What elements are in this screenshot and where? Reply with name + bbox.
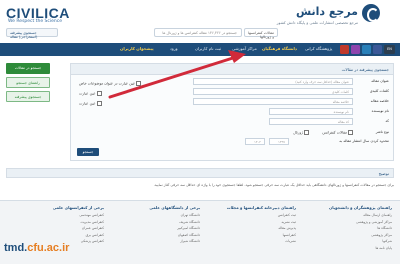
abstract-label: خلاصه مقاله (370, 99, 389, 103)
site-footer: راهنمای پژوهشگران و دانشجویان راهنمای ار… (0, 200, 400, 264)
watermark: tmd.cfu.ac.ir (4, 242, 69, 254)
watermark-accent: cfu.ac.ir (27, 242, 70, 254)
notes-header: توضیح (6, 168, 394, 178)
footer-link[interactable]: کنفرانس مهندسی (16, 213, 104, 217)
form-row-abstract: خلاصه مقاله خلاصه مقاله (89, 98, 389, 105)
nav-item-centers[interactable]: مراکز آموزشی (232, 46, 257, 51)
top-search: جستجوی پیشرفته (استخراجی) مقاله مقالات ک… (6, 28, 394, 39)
author-input[interactable]: نام نویسنده (269, 108, 353, 115)
advanced-search-form: جستجوی پیشرفته در مقالات عنوان مقاله عنو… (70, 63, 394, 161)
logo-icon[interactable] (362, 4, 380, 22)
footer-col-title: برخی از دانشگاههای علمی (149, 205, 200, 210)
form-row-keywords: کلمات کلیدی کلمات کلیدی (89, 88, 389, 95)
nav-item-home[interactable]: پژوهشگاه کرانی (305, 46, 332, 51)
form-row-code: کد کد مقاله (89, 118, 389, 125)
search-submit-button[interactable]: جستجو (77, 148, 99, 156)
footer-link[interactable]: کنفرانس مدیریت (16, 220, 104, 224)
footer-link[interactable]: نشریات (208, 239, 296, 243)
footer-link[interactable]: دانشگاه شریف (112, 220, 200, 224)
main-content: جستجو در مقالات راهنمای جستجو جستجوی پیش… (6, 63, 394, 163)
footer-link[interactable]: دانشگاه تهران (112, 213, 200, 217)
sidebar-button-help[interactable]: راهنمای جستجو (6, 77, 50, 88)
sidebar-button-advanced[interactable]: جستجوی پیشرفته (6, 91, 50, 102)
footer-link[interactable]: دانشگاه ها (304, 226, 392, 230)
keywords-label: کلمات کلیدی (369, 89, 389, 93)
footer-link[interactable]: راهنمای ارسال مقاله (304, 213, 392, 217)
search-scope-select[interactable]: مقالات کنفرانسها و ژورنالها (244, 28, 278, 39)
exact-phrase-check-3[interactable]: عین عبارت (79, 101, 102, 106)
logo-tagline: We Respect the Science (8, 19, 62, 24)
footer-link[interactable]: شرکتها (304, 239, 392, 243)
footer-link[interactable]: مراکز پژوهشی (304, 233, 392, 237)
footer-link[interactable]: کنفرانسها (208, 233, 296, 237)
linkedin-icon[interactable] (373, 45, 382, 54)
exact-phrase-check-2[interactable]: عین عبارت (79, 91, 102, 96)
form-row-author: نام نویسنده نام نویسنده (89, 108, 389, 115)
footer-link[interactable]: دانشگاه امیرکبیر (112, 226, 200, 230)
search-input[interactable]: جستجو در ۱۳۶,۳۲۶ مقاله کنفرانس ها و ژورن… (154, 28, 242, 37)
footer-link[interactable]: ثبت نشریه (208, 220, 296, 224)
author-label: نام نویسنده (371, 109, 389, 113)
type-label: نوع ناشر (375, 130, 389, 134)
footer-link[interactable]: پذیرش مقاله (208, 226, 296, 230)
title-label: عنوان مقاله (371, 79, 389, 83)
sidebar-button-search[interactable]: جستجو در مقالات (6, 63, 50, 74)
code-label: کد (385, 119, 389, 123)
code-input[interactable]: کد مقاله (269, 118, 353, 125)
exact-phrase-check-1[interactable]: عین عبارت در عنوان موضوعات خاص (79, 81, 141, 86)
watermark-main: tmd. (4, 242, 28, 254)
footer-link[interactable]: مراکز آموزشی و پژوهشی (304, 220, 392, 224)
nav-item-farhangian[interactable]: دانشگاه فرهنگیان (262, 46, 297, 51)
nav-item-register[interactable]: ثبت نام کاربران (195, 46, 221, 51)
form-row-type: نوع ناشر مقالات کنفرانس ژورنال (89, 129, 389, 136)
footer-col-title: راهنمای دبیرخانه کنفرانسها و مجلات (226, 205, 296, 210)
type-journal-check[interactable]: ژورنال (293, 130, 309, 135)
footer-link[interactable]: کنفرانس عمران (16, 226, 104, 230)
type-conference-check[interactable]: مقالات کنفرانس (322, 130, 353, 135)
instagram-icon[interactable] (351, 45, 360, 54)
nav-item-login[interactable]: ورود (170, 46, 178, 51)
site-header: CIVILICA We Respect the Science مرجع دان… (0, 0, 400, 40)
logo-persian[interactable]: مرجع دانش (296, 5, 358, 18)
abstract-input[interactable]: خلاصه مقاله (193, 98, 353, 105)
form-row-year: محدود کردن سال انتشار مقاله به ۱۳۹۷ ۱۴۰۲ (89, 138, 389, 145)
footer-link[interactable]: دانشگاه اصفهان (112, 233, 200, 237)
footer-link[interactable]: پایان نامه ها (304, 246, 392, 250)
logo-subtitle: مرجع تخصصی انتشارات علمی و پایگاه دانش ک… (276, 20, 358, 25)
year-from-select[interactable]: ۱۳۹۷ (269, 138, 289, 145)
footer-col-title: راهنمای پژوهشگران و دانشجویان (329, 205, 392, 210)
footer-col-conferences: راهنمای دبیرخانه کنفرانسها و مجلات ثبت ک… (208, 205, 296, 246)
english-toggle-icon[interactable]: EN (384, 45, 395, 54)
footer-col-researchers: راهنمای پژوهشگران و دانشجویان راهنمای ار… (304, 205, 392, 253)
footer-link[interactable]: دانشگاه شیراز (112, 239, 200, 243)
footer-link[interactable]: ثبت کنفرانس (208, 213, 296, 217)
title-input[interactable]: عنوان مقاله (حداقل سه حرف وارد کنید) (193, 78, 353, 85)
sidebar: جستجو در مقالات راهنمای جستجو جستجوی پیش… (6, 63, 50, 105)
nav-user-dashboard[interactable]: پیشخوان کاربران (120, 46, 154, 51)
year-to-select[interactable]: ۱۴۰۲ (245, 138, 265, 145)
keywords-input[interactable]: کلمات کلیدی (193, 88, 353, 95)
footer-col-scientific-conferences: برخی از کنفرانسهای علمی کنفرانس مهندسی ک… (16, 205, 104, 246)
advanced-search-link[interactable]: جستجوی پیشرفته (استخراجی) مقاله (6, 28, 58, 39)
notes-text: برای جستجو در مقالات کنفرانسها و ژورناله… (153, 183, 394, 187)
main-navbar: پیشخوان کاربران ورود ثبت نام کاربران مرا… (0, 43, 400, 56)
form-header: جستجوی پیشرفته در مقالات (71, 64, 393, 75)
footer-col-title: برخی از کنفرانسهای علمی (52, 205, 104, 210)
footer-col-universities: برخی از دانشگاههای علمی دانشگاه تهران دا… (112, 205, 200, 246)
year-label: محدود کردن سال انتشار مقاله به (339, 139, 389, 143)
youtube-icon[interactable] (340, 45, 349, 54)
footer-link[interactable]: کنفرانس برق (16, 233, 104, 237)
telegram-icon[interactable] (362, 45, 371, 54)
